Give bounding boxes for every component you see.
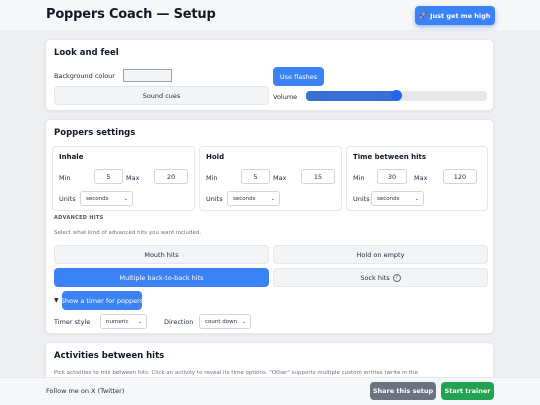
inhale-units-label: Units xyxy=(59,195,76,203)
between-units-select[interactable]: seconds ⌄ xyxy=(371,191,424,206)
timer-toggle-arrow-icon[interactable]: ▼ xyxy=(54,297,59,304)
hold-panel: Hold Min 5 Max 15 Units seconds ⌄ xyxy=(199,146,342,211)
look-and-feel-card: Look and feel Background colour Use flas… xyxy=(45,39,494,111)
background-colour-picker[interactable] xyxy=(123,69,172,82)
help-icon[interactable]: ? xyxy=(392,273,401,282)
timer-style-label: Timer style xyxy=(54,318,91,326)
activities-description: Pick activities to mix between hits. Cli… xyxy=(54,370,418,376)
inhale-panel: Inhale Min 5 Max 20 Units seconds ⌄ xyxy=(52,146,195,211)
chevron-down-icon: ⌄ xyxy=(241,319,246,325)
inhale-min-input[interactable]: 5 xyxy=(94,169,123,184)
timer-style-value: numeric xyxy=(106,318,129,325)
between-units-label: Units xyxy=(353,195,370,203)
follow-on-x-link[interactable]: Follow me on X (Twitter) xyxy=(46,387,124,395)
timer-style-select[interactable]: numeric ⌄ xyxy=(100,314,147,329)
sock-hits-option[interactable]: Sock hits ? xyxy=(273,268,488,287)
hold-units-label: Units xyxy=(206,195,223,203)
time-between-hits-panel: Time between hits Min 30 Max 120 Units s… xyxy=(346,146,488,211)
share-setup-button[interactable]: Share this setup xyxy=(370,382,436,400)
sock-hits-label: Sock hits xyxy=(360,273,390,282)
hold-max-input[interactable]: 15 xyxy=(301,169,335,184)
look-and-feel-title: Look and feel xyxy=(54,48,119,58)
poppers-settings-card: Poppers settings Inhale Min 5 Max 20 Uni… xyxy=(45,119,494,334)
top-bar: Poppers Coach — Setup 🚀 Just get me high xyxy=(0,0,540,30)
rocket-icon: 🚀 xyxy=(419,12,428,19)
show-timer-button[interactable]: Show a timer for poppers xyxy=(61,291,143,310)
volume-slider[interactable] xyxy=(306,90,487,101)
background-colour-label: Background colour xyxy=(54,72,115,80)
hold-on-empty-option[interactable]: Hold on empty xyxy=(273,245,488,264)
bottom-bar: Follow me on X (Twitter) Share this setu… xyxy=(0,377,540,405)
inhale-units-select[interactable]: seconds ⌄ xyxy=(80,191,133,206)
volume-label: Volume xyxy=(273,93,298,101)
poppers-settings-title: Poppers settings xyxy=(54,128,136,138)
between-min-input[interactable]: 30 xyxy=(377,169,407,184)
advanced-hits-description: Select what kind of advanced hits you wa… xyxy=(54,230,202,236)
page-title: Poppers Coach — Setup xyxy=(46,7,216,22)
inhale-max-input[interactable]: 20 xyxy=(154,169,188,184)
volume-slider-thumb[interactable] xyxy=(391,90,402,101)
just-get-me-high-button[interactable]: 🚀 Just get me high xyxy=(415,6,495,25)
multiple-back-to-back-hits-option[interactable]: Multiple back-to-back hits xyxy=(54,268,269,287)
activities-title: Activities between hits xyxy=(54,351,165,361)
hold-title: Hold xyxy=(206,153,225,161)
hold-units-select[interactable]: seconds ⌄ xyxy=(227,191,280,206)
inhale-title: Inhale xyxy=(59,153,84,161)
between-units-value: seconds xyxy=(377,195,400,202)
direction-label: Direction xyxy=(164,318,194,326)
hold-max-label: Max xyxy=(273,174,287,182)
inhale-min-label: Min xyxy=(59,174,71,182)
inhale-units-value: seconds xyxy=(86,195,109,202)
between-min-label: Min xyxy=(353,174,365,182)
chevron-down-icon: ⌄ xyxy=(414,196,419,202)
between-max-input[interactable]: 120 xyxy=(443,169,477,184)
sound-cues-button[interactable]: Sound cues xyxy=(54,86,269,105)
time-between-hits-title: Time between hits xyxy=(353,153,427,161)
hold-units-value: seconds xyxy=(233,195,256,202)
advanced-hits-heading: ADVANCED HITS xyxy=(54,215,104,221)
chevron-down-icon: ⌄ xyxy=(137,319,142,325)
chevron-down-icon: ⌄ xyxy=(123,196,128,202)
just-get-me-high-label: Just get me high xyxy=(430,11,491,20)
hold-min-label: Min xyxy=(206,174,218,182)
volume-slider-fill xyxy=(306,91,397,101)
between-max-label: Max xyxy=(414,174,428,182)
direction-select[interactable]: count down ⌄ xyxy=(199,314,251,329)
direction-value: count down xyxy=(205,318,238,325)
start-trainer-button[interactable]: Start trainer xyxy=(441,382,494,400)
chevron-down-icon: ⌄ xyxy=(270,196,275,202)
use-flashes-button[interactable]: Use flashes xyxy=(273,67,324,86)
inhale-max-label: Max xyxy=(126,174,140,182)
hold-min-input[interactable]: 5 xyxy=(241,169,270,184)
mouth-hits-option[interactable]: Mouth hits xyxy=(54,245,269,264)
